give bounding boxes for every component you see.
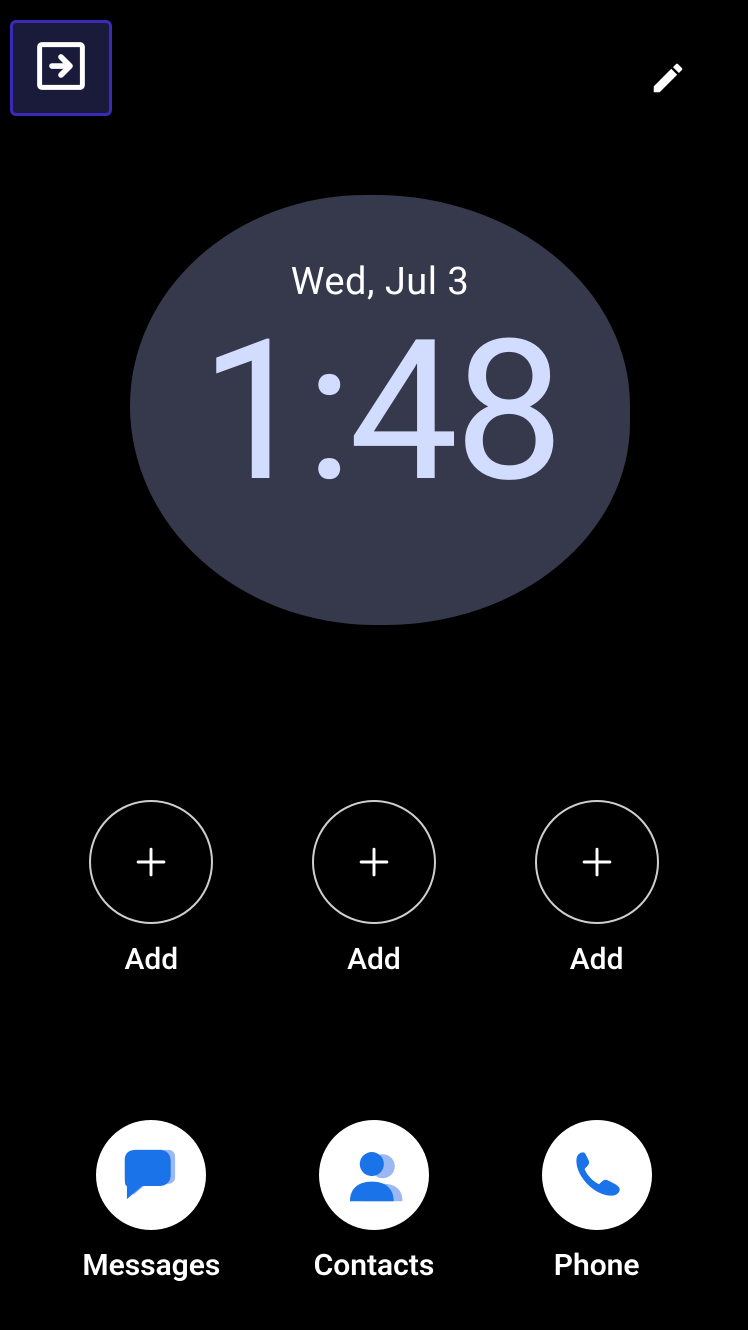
- clock-widget[interactable]: Wed, Jul 3 1:48: [130, 195, 630, 625]
- pencil-icon: [649, 59, 687, 101]
- dock-label: Messages: [82, 1248, 220, 1283]
- dock-label: Contacts: [314, 1248, 435, 1283]
- top-bar: [10, 20, 728, 120]
- shortcut-row: Add Add Add: [0, 800, 748, 977]
- shortcut-add-2[interactable]: Add: [294, 800, 454, 977]
- dock-messages[interactable]: Messages: [71, 1120, 231, 1283]
- shortcut-add-1[interactable]: Add: [71, 800, 231, 977]
- messages-icon: [96, 1120, 206, 1230]
- shortcut-label: Add: [124, 942, 178, 977]
- shortcut-label: Add: [347, 942, 401, 977]
- shortcut-add-3[interactable]: Add: [517, 800, 677, 977]
- shortcut-label: Add: [570, 942, 624, 977]
- dock-label: Phone: [554, 1248, 640, 1283]
- phone-icon: [542, 1120, 652, 1230]
- dock-row: Messages Contacts Phone: [0, 1120, 748, 1283]
- dock-phone[interactable]: Phone: [517, 1120, 677, 1283]
- plus-icon: [89, 800, 213, 924]
- exit-button[interactable]: [10, 20, 112, 116]
- plus-icon: [312, 800, 436, 924]
- edit-button[interactable]: [638, 50, 698, 110]
- dock-contacts[interactable]: Contacts: [294, 1120, 454, 1283]
- exit-icon: [34, 39, 88, 97]
- plus-icon: [535, 800, 659, 924]
- contacts-icon: [319, 1120, 429, 1230]
- clock-time: 1:48: [200, 314, 560, 509]
